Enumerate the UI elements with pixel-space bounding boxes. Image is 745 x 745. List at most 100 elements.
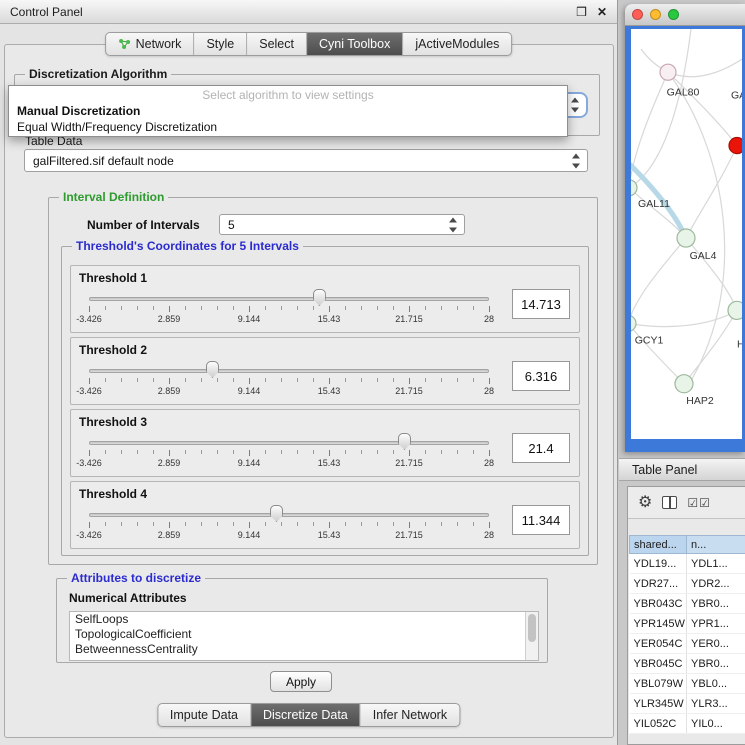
table-cell[interactable]: YDL1... [687, 554, 745, 574]
table-data-combobox[interactable]: galFiltered.sif default node [24, 149, 588, 172]
gear-icon[interactable]: ⚙ [638, 495, 652, 511]
table-cell[interactable]: YLR3... [687, 694, 745, 714]
slider-ticks [89, 450, 489, 456]
control-panel-title: Control Panel [10, 5, 83, 19]
table-row[interactable]: YDL19...YDL1... [630, 554, 745, 574]
scrollbar-thumb[interactable] [528, 614, 536, 642]
algorithm-option-manual[interactable]: Manual Discretization [15, 103, 561, 119]
threshold-3-value-field[interactable]: 21.4 [512, 433, 570, 463]
number-of-intervals-label: Number of Intervals [87, 218, 200, 232]
maximize-icon[interactable]: ❒ [576, 6, 587, 18]
slider-thumb-icon[interactable] [206, 361, 219, 378]
threshold-4-slider[interactable]: -3.4262.8599.14415.4321.71528 [89, 504, 489, 546]
close-traffic-light-icon[interactable] [632, 9, 643, 20]
table-cell[interactable]: YBL079W [630, 674, 687, 694]
table-cell[interactable]: YDL19... [630, 554, 687, 574]
zoom-traffic-light-icon[interactable] [668, 9, 679, 20]
table-cell[interactable]: YER054C [630, 634, 687, 654]
table-row[interactable]: YBR045CYBR0... [630, 654, 745, 674]
table-cell[interactable]: YDR2... [687, 574, 745, 594]
slider-scale-label: 2.859 [158, 458, 181, 468]
table-cell[interactable]: YDR27... [630, 574, 687, 594]
table-panel-body: ⚙ ☑ ☑ shared... n... YDL19...YDL1...YDR2… [627, 486, 745, 745]
select-columns-icon[interactable]: ☑ ☑ [687, 497, 710, 509]
table-row[interactable]: YPR145WYPR1... [630, 614, 745, 634]
numerical-attributes-list[interactable]: SelfLoopsTopologicalCoefficientBetweenne… [69, 611, 539, 661]
threshold-1-value-field[interactable]: 14.713 [512, 289, 570, 319]
threshold-2-value-field[interactable]: 6.316 [512, 361, 570, 391]
slider-track[interactable] [89, 369, 489, 373]
table-cell[interactable]: YLR345W [630, 694, 687, 714]
table-row[interactable]: YIL052CYIL0... [630, 714, 745, 734]
threshold-1-slider[interactable]: -3.4262.8599.14415.4321.71528 [89, 288, 489, 330]
apply-button[interactable]: Apply [270, 671, 332, 692]
tab-network[interactable]: Network [106, 33, 195, 55]
node-gcy1[interactable] [631, 315, 636, 331]
table-cell[interactable]: YIL052C [630, 714, 687, 734]
threshold-1-panel: Threshold 1 -3.4262.8599.14415.4321.7152… [70, 265, 580, 333]
table-panel-header[interactable]: Table Panel [619, 458, 745, 481]
slider-track[interactable] [89, 441, 489, 445]
node-hap2[interactable] [675, 375, 693, 393]
column-header-shared-name[interactable]: shared... [630, 536, 687, 554]
minimize-traffic-light-icon[interactable] [650, 9, 661, 20]
tab-discretize-data[interactable]: Discretize Data [251, 704, 361, 726]
network-canvas[interactable]: GAL80 GA GAL11 GAL4 GCY1 H HAP2 [631, 29, 742, 439]
table-row[interactable]: YLR345WYLR3... [630, 694, 745, 714]
attribute-list-item[interactable]: SelfLoops [70, 612, 538, 627]
slider-thumb-icon[interactable] [398, 433, 411, 450]
table-row[interactable]: YBL079WYBL0... [630, 674, 745, 694]
algorithm-placeholder-option[interactable]: Select algorithm to view settings [15, 88, 561, 103]
attribute-list-item[interactable]: TopologicalCoefficient [70, 627, 538, 642]
attributes-group-title: Attributes to discretize [67, 571, 205, 585]
attribute-list-item[interactable]: BetweennessCentrality [70, 642, 538, 657]
table-cell[interactable]: YBL0... [687, 674, 745, 694]
node-highlighted[interactable] [729, 138, 742, 154]
slider-track[interactable] [89, 513, 489, 517]
table-row[interactable]: YER054CYER0... [630, 634, 745, 654]
top-tab-strip: Network Style Select Cyni Toolbox jActiv… [105, 32, 513, 56]
slider-scale-label: 9.144 [238, 458, 261, 468]
slider-scale-label: 21.715 [395, 530, 423, 540]
number-of-intervals-combobox[interactable]: 5 [219, 214, 465, 235]
slider-scale-label: 2.859 [158, 530, 181, 540]
tab-infer-network[interactable]: Infer Network [361, 704, 459, 726]
tab-select[interactable]: Select [247, 33, 307, 55]
threshold-2-panel: Threshold 2 -3.4262.8599.14415.4321.7152… [70, 337, 580, 405]
node-right-clipped[interactable] [728, 301, 742, 319]
screen: Control Panel ❒ ✕ Network Style Select C… [0, 0, 745, 745]
table-cell[interactable]: YBR0... [687, 594, 745, 614]
table-cell[interactable]: YER0... [687, 634, 745, 654]
node-gal80[interactable] [660, 64, 676, 80]
table-row[interactable]: YDR27...YDR2... [630, 574, 745, 594]
table-cell[interactable]: YBR043C [630, 594, 687, 614]
tab-impute-data[interactable]: Impute Data [158, 704, 251, 726]
network-window-titlebar[interactable] [625, 4, 745, 26]
table-cell[interactable]: YBR0... [687, 654, 745, 674]
tab-style[interactable]: Style [194, 33, 247, 55]
combo-stepper-icon [447, 217, 458, 232]
close-icon[interactable]: ✕ [597, 6, 607, 18]
tab-cyni-toolbox[interactable]: Cyni Toolbox [307, 33, 403, 55]
node-label: GCY1 [635, 335, 664, 347]
column-header-name[interactable]: n... [687, 536, 745, 554]
threshold-4-value-field[interactable]: 11.344 [512, 505, 570, 535]
slider-ticks [89, 306, 489, 312]
threshold-2-slider[interactable]: -3.4262.8599.14415.4321.71528 [89, 360, 489, 402]
table-cell[interactable]: YPR1... [687, 614, 745, 634]
slider-thumb-icon[interactable] [313, 289, 326, 306]
slider-ticks [89, 378, 489, 384]
algorithm-option-equal-width[interactable]: Equal Width/Frequency Discretization [15, 119, 561, 135]
table-cell[interactable]: YPR145W [630, 614, 687, 634]
slider-track[interactable] [89, 297, 489, 301]
threshold-3-slider[interactable]: -3.4262.8599.14415.4321.71528 [89, 432, 489, 474]
table-cell[interactable]: YBR045C [630, 654, 687, 674]
tab-jactivemodules[interactable]: jActiveModules [403, 33, 511, 55]
slider-thumb-icon[interactable] [270, 505, 283, 522]
columns-icon[interactable] [662, 496, 677, 509]
scrollbar[interactable] [525, 612, 538, 660]
node-label-partial: H [737, 339, 742, 351]
node-gal4[interactable] [677, 229, 695, 247]
table-row[interactable]: YBR043CYBR0... [630, 594, 745, 614]
table-cell[interactable]: YIL0... [687, 714, 745, 734]
